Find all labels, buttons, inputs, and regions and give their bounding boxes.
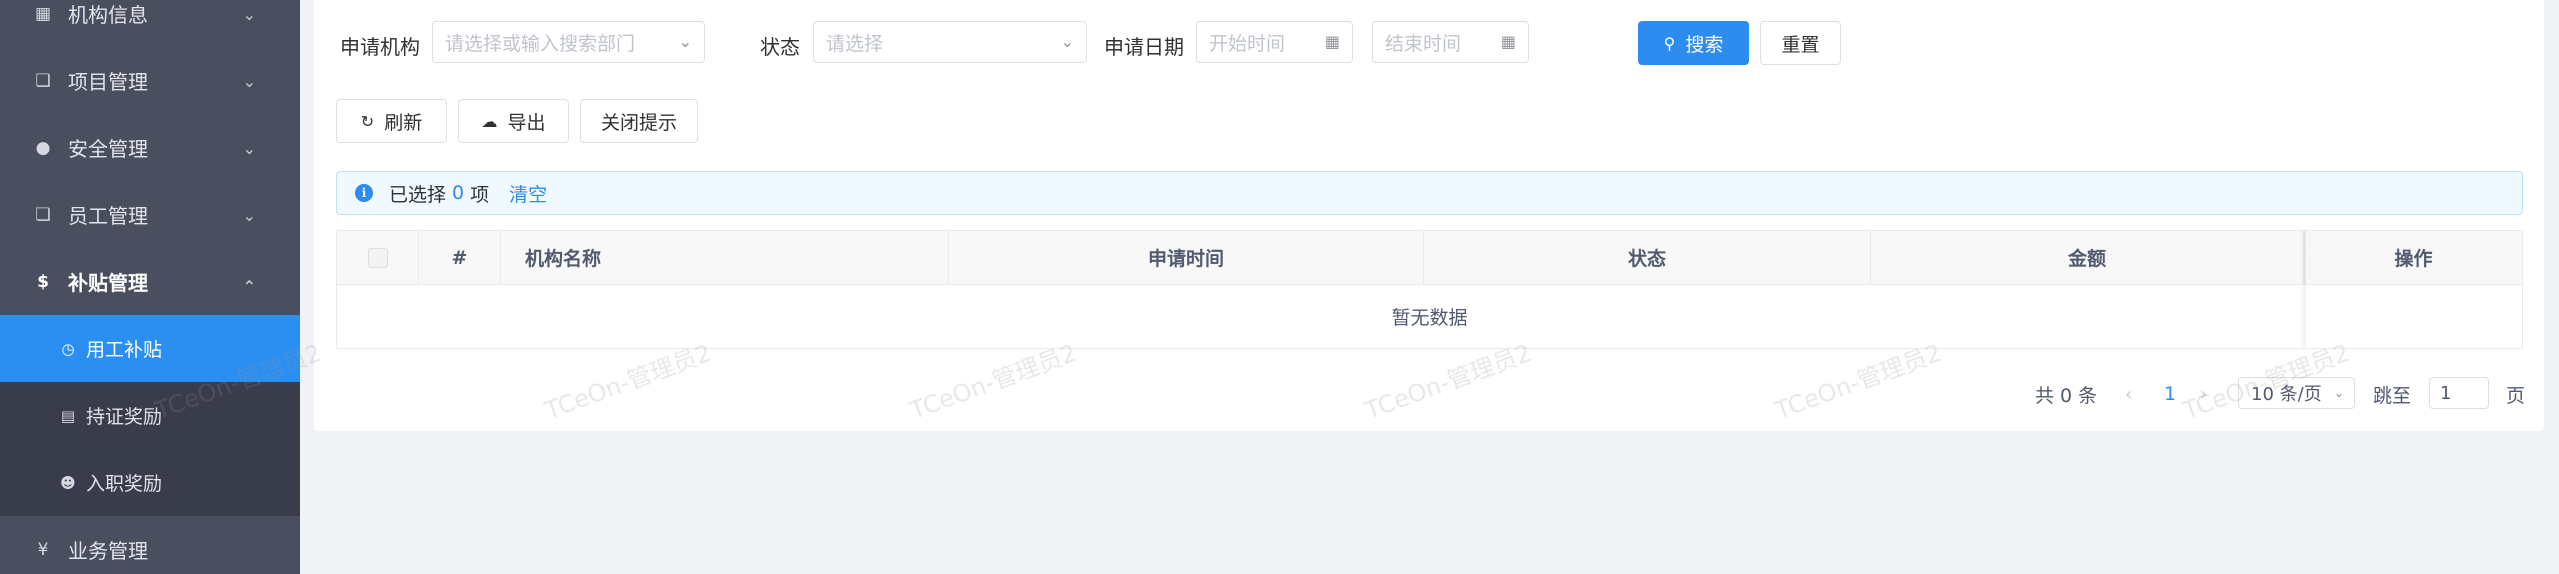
refresh-button-label: 刷新	[384, 111, 423, 134]
chevron-up-icon: ⌃	[242, 276, 256, 296]
pin-icon: ●	[35, 137, 51, 158]
status-filter-label: 状态	[760, 35, 800, 59]
selection-alert: i 已选择 0 项 清空	[336, 171, 2523, 215]
sidebar-item-business[interactable]: ¥ 业务管理	[0, 516, 300, 574]
chevron-down-icon: ⌄	[242, 205, 256, 225]
sidebar-subitem-onboarding-reward[interactable]: ☻ 入职奖励	[0, 449, 300, 516]
selection-count: 0	[452, 182, 465, 204]
copy-icon: ❏	[35, 204, 51, 225]
search-icon: ⚲	[1663, 33, 1676, 53]
date-filter-label: 申请日期	[1104, 35, 1184, 59]
chevron-down-icon: ⌄	[2333, 386, 2344, 400]
end-date-placeholder: 结束时间	[1385, 32, 1462, 55]
page-suffix: 页	[2506, 384, 2526, 407]
sidebar-item-org-info[interactable]: ▦ 机构信息 ⌄	[0, 0, 300, 47]
select-all-cell	[337, 231, 419, 284]
page-size-value: 10 条/页	[2251, 384, 2322, 405]
chevron-down-icon: ⌄	[242, 138, 256, 158]
jump-input[interactable]: 1	[2429, 377, 2489, 409]
clock-icon: ◷	[61, 339, 75, 358]
search-button-label: 搜索	[1685, 33, 1724, 56]
start-date-placeholder: 开始时间	[1209, 32, 1286, 55]
chevron-down-icon: ⌄	[678, 32, 692, 51]
close-tip-button-label: 关闭提示	[600, 111, 677, 134]
card-icon: ▤	[60, 406, 76, 425]
column-org-name[interactable]: 机构名称	[501, 231, 949, 284]
status-select-placeholder: 请选择	[826, 32, 884, 55]
sidebar-subitem-label: 用工补贴	[86, 339, 163, 361]
sidebar-item-label: 补贴管理	[68, 271, 148, 295]
content-card	[314, 0, 2544, 431]
sidebar-item-label: 项目管理	[68, 70, 148, 94]
sidebar-subitem-label: 入职奖励	[86, 473, 163, 495]
column-apply-time[interactable]: 申请时间	[949, 231, 1424, 284]
data-table: # 机构名称 申请时间 状态 金额 操作 暂无数据	[336, 230, 2523, 349]
select-all-checkbox[interactable]	[367, 247, 388, 268]
reset-button-label: 重置	[1781, 33, 1820, 56]
user-add-icon: ☻	[60, 473, 76, 492]
reset-button[interactable]: 重置	[1760, 21, 1841, 65]
jump-label: 跳至	[2373, 384, 2412, 407]
column-status[interactable]: 状态	[1424, 231, 1871, 284]
export-button-label: 导出	[507, 111, 546, 134]
sidebar-item-label: 机构信息	[68, 3, 148, 27]
grid-icon: ▦	[34, 3, 52, 24]
column-actions: 操作	[2304, 231, 2522, 284]
org-select[interactable]: 请选择或输入搜索部门 ⌄	[432, 21, 705, 63]
dollar-icon: $	[37, 271, 49, 292]
page-size-select[interactable]: 10 条/页 ⌄	[2238, 377, 2355, 409]
sidebar-item-label: 员工管理	[68, 204, 148, 228]
jump-input-value: 1	[2440, 382, 2452, 404]
sidebar-subitem-label: 持证奖励	[86, 406, 163, 428]
chevron-down-icon: ⌄	[242, 4, 256, 24]
refresh-button[interactable]: ↻ 刷新	[336, 99, 447, 143]
column-index: #	[419, 231, 501, 284]
org-select-placeholder: 请选择或输入搜索部门	[445, 32, 636, 55]
chevron-down-icon: ⌄	[1060, 32, 1074, 51]
yen-icon: ¥	[37, 539, 49, 560]
page-number[interactable]: 1	[2164, 377, 2176, 411]
sidebar-subitem-certificate-reward[interactable]: ▤ 持证奖励	[0, 382, 300, 449]
pagination-total: 共 0 条	[2035, 384, 2098, 407]
sidebar-subitem-employment-subsidy[interactable]: ◷ 用工补贴	[0, 315, 300, 382]
prev-page-icon[interactable]: ‹	[2125, 377, 2132, 411]
next-page-icon[interactable]: ›	[2200, 377, 2207, 411]
sidebar-item-label: 业务管理	[68, 539, 148, 563]
calendar-icon: ▦	[1500, 32, 1516, 51]
end-date-picker[interactable]: 结束时间 ▦	[1372, 21, 1529, 63]
selection-suffix: 项	[470, 183, 490, 206]
copy-icon: ❏	[35, 70, 51, 91]
sidebar-item-staff[interactable]: ❏ 员工管理 ⌄	[0, 181, 300, 248]
info-icon: i	[355, 184, 373, 202]
close-tip-button[interactable]: 关闭提示	[580, 99, 698, 143]
table-header: # 机构名称 申请时间 状态 金额 操作	[337, 231, 2522, 285]
start-date-picker[interactable]: 开始时间 ▦	[1196, 21, 1353, 63]
sidebar-item-projects[interactable]: ❏ 项目管理 ⌄	[0, 47, 300, 114]
sidebar-item-subsidy[interactable]: $ 补贴管理 ⌃	[0, 248, 300, 315]
selection-prefix: 已选择	[389, 183, 447, 206]
export-button[interactable]: ☁ 导出	[458, 99, 569, 143]
clear-selection-link[interactable]: 清空	[509, 180, 547, 207]
sidebar-item-security[interactable]: ● 安全管理 ⌄	[0, 114, 300, 181]
status-select[interactable]: 请选择 ⌄	[813, 21, 1087, 63]
calendar-icon: ▦	[1324, 32, 1340, 51]
refresh-icon: ↻	[360, 111, 375, 131]
sidebar-item-label: 安全管理	[68, 137, 148, 161]
search-button[interactable]: ⚲ 搜索	[1638, 21, 1749, 65]
cloud-download-icon: ☁	[481, 111, 498, 131]
empty-text: 暂无数据	[1391, 307, 1468, 329]
sidebar: ▦ 机构信息 ⌄ ❏ 项目管理 ⌄ ● 安全管理 ⌄ ❏ 员工管理 ⌄ $ 补贴…	[0, 0, 300, 574]
org-filter-label: 申请机构	[340, 35, 420, 59]
column-amount[interactable]: 金额	[1871, 231, 2304, 284]
chevron-down-icon: ⌄	[242, 71, 256, 91]
